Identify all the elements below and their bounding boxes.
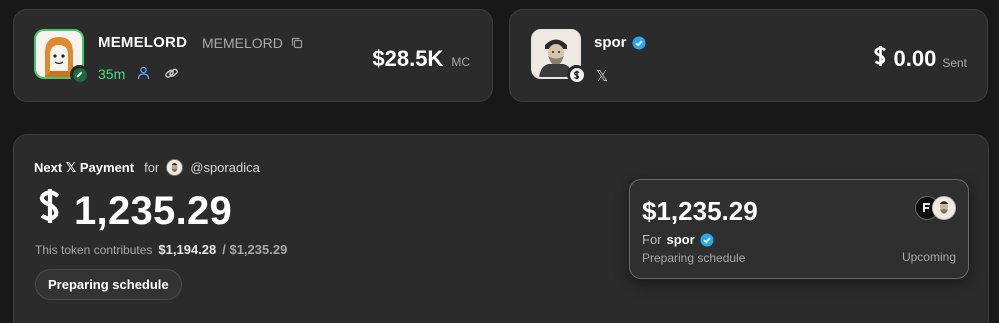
schedule-amount: $1,235.29 (642, 196, 758, 226)
status-pill[interactable]: Preparing schedule (35, 269, 182, 300)
sent-value: 0.00 (893, 46, 937, 71)
schedule-avatars (915, 196, 956, 220)
verified-icon (700, 233, 714, 247)
recipient-avatar (166, 159, 184, 176)
schedule-for-label: For (642, 232, 662, 247)
payment-title: Next 𝕏 Payment (34, 159, 135, 175)
creator-name-row[interactable]: spor (594, 34, 646, 51)
creator-avatar-wrap[interactable] (531, 29, 586, 84)
creator-name: spor (594, 34, 627, 51)
token-card[interactable]: MEMELORD MEMELORD 35m $28.5K MC (13, 9, 493, 102)
x-icon[interactable]: 𝕏 (596, 67, 608, 85)
currency-icon (872, 45, 889, 73)
recipient-handle[interactable]: @sporadica (190, 160, 260, 175)
schedule-recipient: spor (666, 232, 695, 247)
market-cap-value: $28.5K (372, 46, 444, 71)
recipient-avatar (932, 196, 956, 220)
market-cap-label: MC (451, 55, 470, 69)
schedule-state: Upcoming (901, 250, 956, 264)
contribution-total: / $1,235.29 (222, 242, 288, 257)
copy-icon[interactable] (291, 36, 303, 54)
schedule-for-row: For spor (642, 232, 714, 247)
market-cap: $28.5K MC (372, 46, 470, 72)
contribution-amount: $1,194.28 (158, 242, 217, 257)
currency-icon (569, 67, 584, 82)
sent-amount: 0.00 Sent (872, 45, 967, 73)
link-icon[interactable] (164, 66, 179, 86)
payment-for-label: for (144, 160, 160, 175)
token-avatar-wrap[interactable] (34, 29, 89, 84)
payment-header: Next 𝕏 Payment for @sporadica (34, 159, 260, 176)
verified-icon (632, 36, 646, 50)
schedule-status: Preparing schedule (642, 251, 746, 265)
currency-icon (36, 187, 64, 235)
currency-badge (567, 65, 586, 84)
creator-card[interactable]: spor 𝕏 0.00 Sent (509, 9, 988, 102)
contribution-text: This token contributes (35, 243, 153, 257)
token-symbol: MEMELORD (202, 35, 283, 51)
token-age: 35m (98, 66, 126, 82)
pencil-icon (72, 67, 87, 82)
contribution-row: This token contributes $1,194.28 / $1,23… (35, 242, 287, 257)
holder-icon[interactable] (137, 66, 150, 85)
sent-label: Sent (942, 56, 967, 70)
payment-amount: 1,235.29 (36, 187, 232, 235)
pencil-badge (70, 65, 89, 84)
token-name: MEMELORD (98, 34, 188, 51)
payment-amount-value: 1,235.29 (74, 188, 233, 233)
payment-card: Next 𝕏 Payment for @sporadica 1,235.29 T… (13, 134, 989, 323)
schedule-card[interactable]: $1,235.29 For spor Preparing schedule Up… (629, 179, 969, 279)
